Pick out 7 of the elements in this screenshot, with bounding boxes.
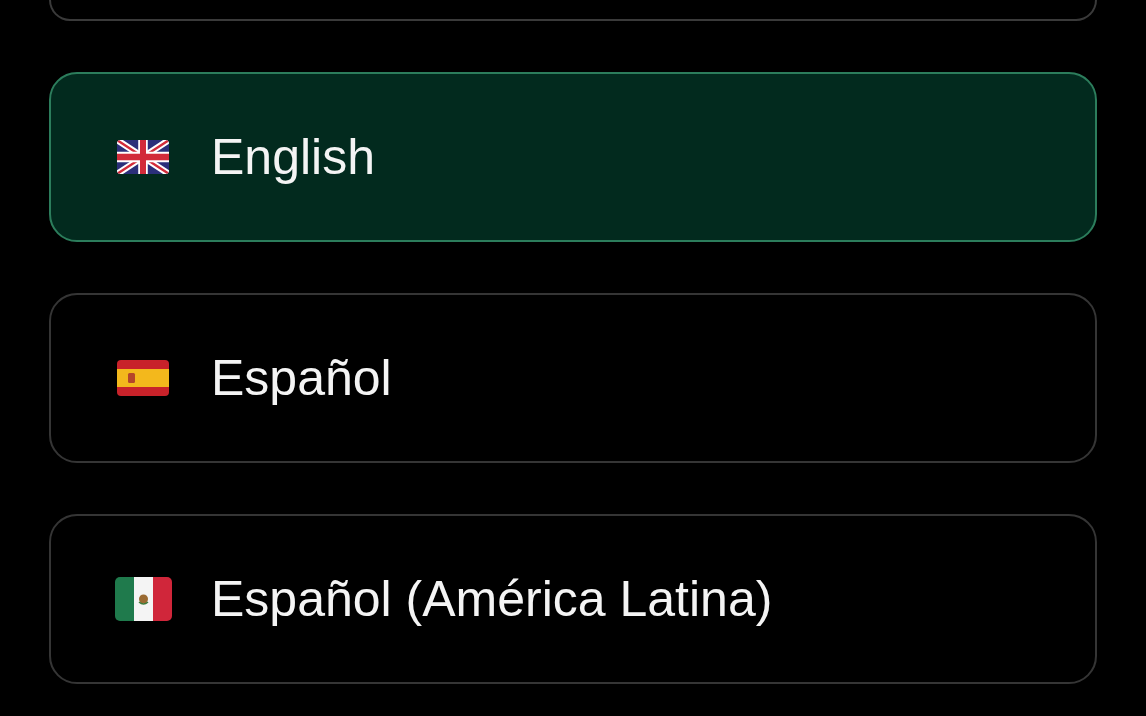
spain-flag-icon bbox=[117, 360, 169, 396]
language-option[interactable] bbox=[49, 0, 1097, 21]
mexico-flag-icon bbox=[115, 577, 172, 621]
language-option[interactable]: English bbox=[49, 72, 1097, 242]
uk-flag-icon bbox=[117, 140, 169, 174]
language-option[interactable]: Español (América Latina) bbox=[49, 514, 1097, 684]
language-option[interactable]: Español bbox=[49, 293, 1097, 463]
